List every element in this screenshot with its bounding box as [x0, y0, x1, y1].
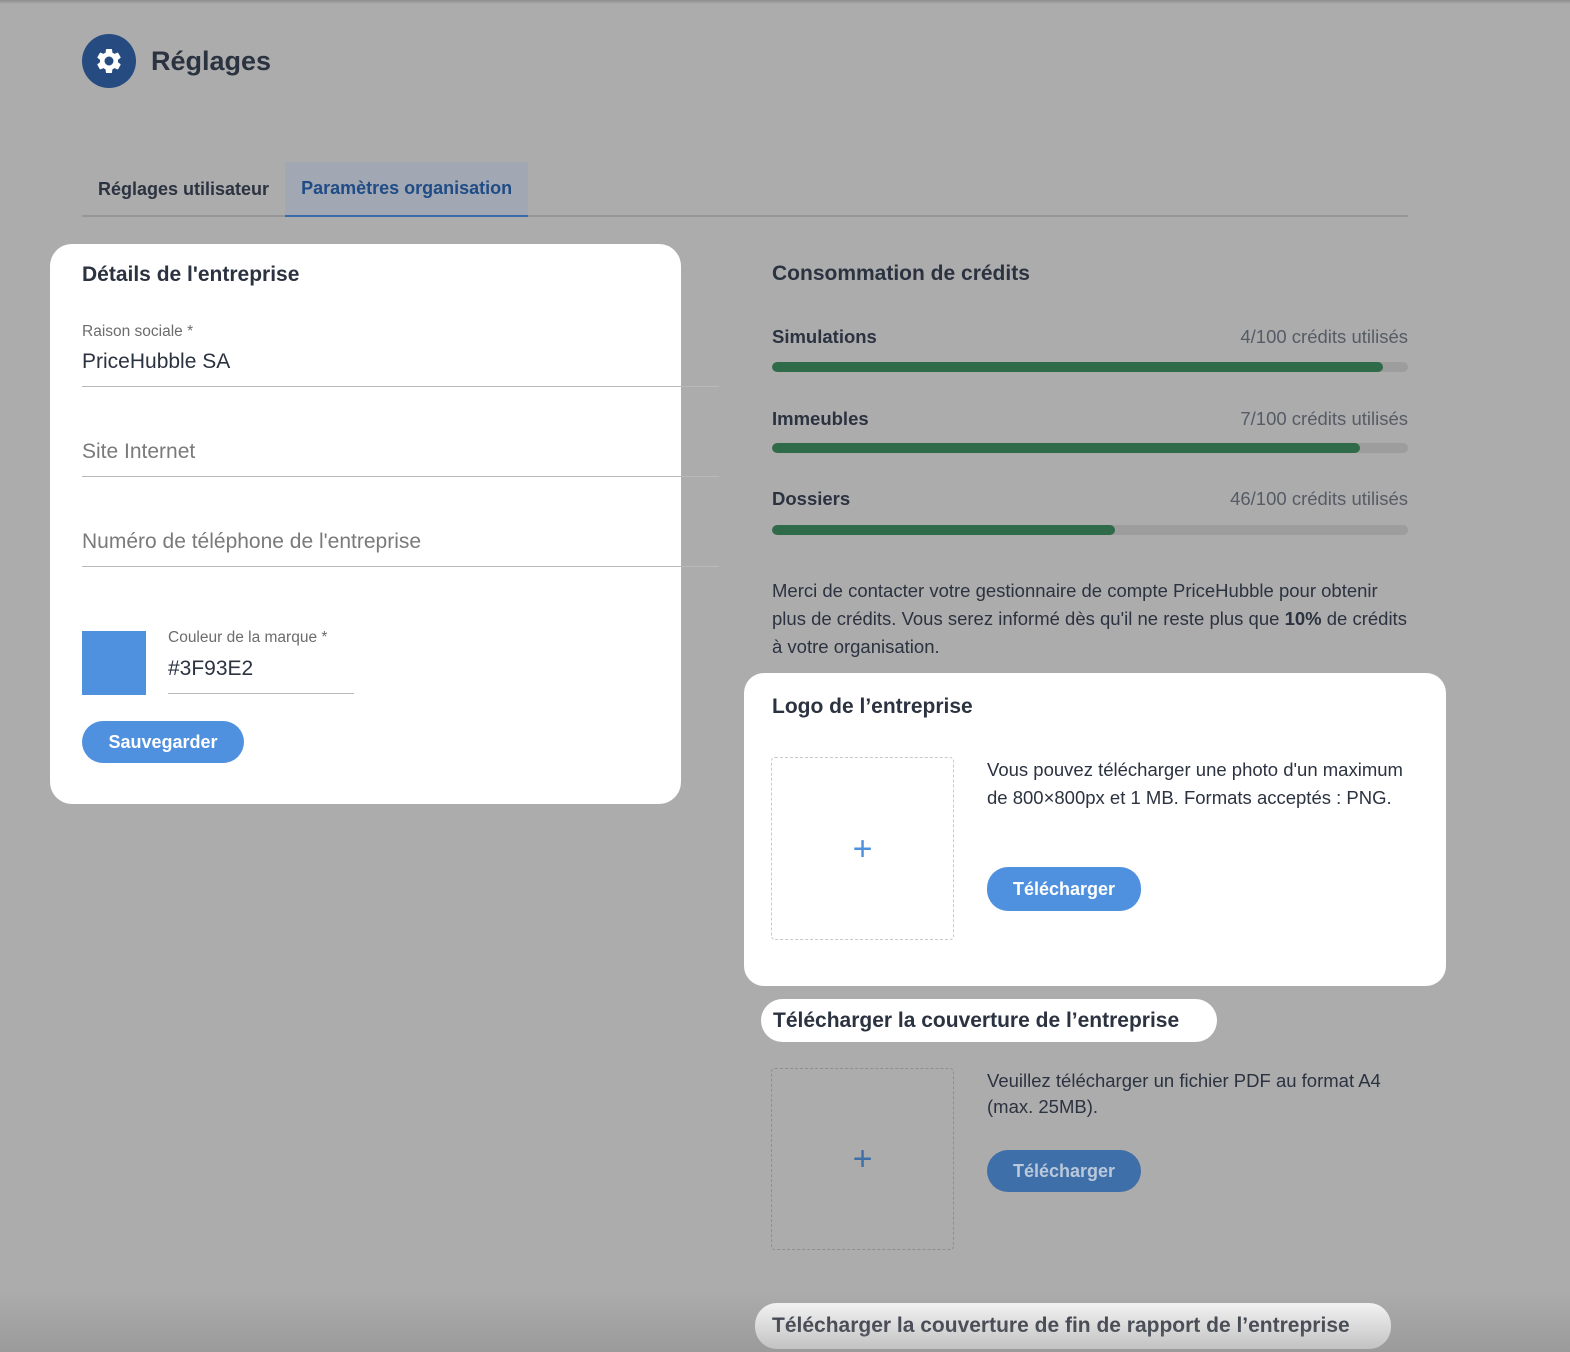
credit-progress-fill: [772, 362, 1383, 372]
company-logo-title: Logo de l’entreprise: [772, 695, 973, 718]
company-details-title: Détails de l'entreprise: [82, 263, 300, 286]
credit-row-dossiers: Dossiers 46/100 crédits utilisés: [772, 488, 1408, 536]
logo-dropzone[interactable]: +: [771, 757, 954, 940]
credit-usage: 46/100 crédits utilisés: [1230, 488, 1408, 509]
save-button[interactable]: Sauvegarder: [82, 721, 244, 763]
credit-name: Simulations: [772, 326, 877, 347]
top-shadow: [0, 0, 1570, 4]
tab-organisation-settings[interactable]: Paramètres organisation: [285, 162, 529, 217]
website-placeholder[interactable]: Site Internet: [82, 440, 195, 464]
brand-color-field[interactable]: Couleur de la marque * #3F93E2: [168, 628, 354, 694]
tab-user-settings[interactable]: Réglages utilisateur: [82, 162, 285, 217]
cover-title: Télécharger la couverture de l’entrepris…: [761, 999, 1217, 1042]
credit-progress-bar: [772, 443, 1408, 453]
credit-name: Dossiers: [772, 488, 851, 509]
company-name-label: Raison sociale *: [82, 323, 194, 340]
credit-usage: 7/100 crédits utilisés: [1240, 408, 1408, 429]
company-name-value[interactable]: PriceHubble SA: [82, 350, 230, 374]
company-name-field[interactable]: Raison sociale * PriceHubble SA: [82, 320, 719, 387]
page-header: Réglages: [82, 34, 271, 88]
settings-tabs: Réglages utilisateur Paramètres organisa…: [82, 162, 1408, 217]
plus-icon: +: [852, 829, 873, 868]
upload-logo-button[interactable]: Télécharger: [987, 867, 1141, 911]
credits-note: Merci de contacter votre gestionnaire de…: [772, 577, 1412, 661]
credit-progress-fill: [772, 443, 1361, 453]
credit-name: Immeubles: [772, 408, 869, 429]
cover-description: Veuillez télécharger un fichier PDF au f…: [987, 1070, 1381, 1117]
end-cover-title: Télécharger la couverture de fin de rapp…: [755, 1303, 1391, 1349]
website-field[interactable]: Site Internet: [82, 410, 719, 477]
credits-note-threshold: 10%: [1284, 608, 1322, 629]
phone-field[interactable]: Numéro de téléphone de l'entreprise: [82, 500, 719, 567]
brand-color-value[interactable]: #3F93E2: [168, 657, 253, 681]
credit-row-simulations: Simulations 4/100 crédits utilisés: [772, 326, 1408, 374]
credit-progress-bar: [772, 362, 1408, 372]
upload-cover-button[interactable]: Télécharger: [987, 1150, 1141, 1192]
phone-placeholder[interactable]: Numéro de téléphone de l'entreprise: [82, 530, 421, 554]
credit-progress-bar: [772, 525, 1408, 535]
page-title: Réglages: [151, 45, 272, 76]
credit-row-immeubles: Immeubles 7/100 crédits utilisés: [772, 408, 1408, 456]
brand-color-label: Couleur de la marque *: [168, 629, 328, 646]
credit-usage: 4/100 crédits utilisés: [1240, 326, 1408, 347]
credit-progress-fill: [772, 525, 1116, 535]
plus-icon: +: [852, 1140, 873, 1178]
brand-color-swatch[interactable]: [82, 631, 146, 695]
logo-description: Vous pouvez télécharger une photo d'un m…: [987, 759, 1403, 808]
cover-dropzone[interactable]: +: [771, 1068, 954, 1250]
gear-icon: [82, 34, 136, 88]
credits-title: Consommation de crédits: [772, 262, 1030, 285]
